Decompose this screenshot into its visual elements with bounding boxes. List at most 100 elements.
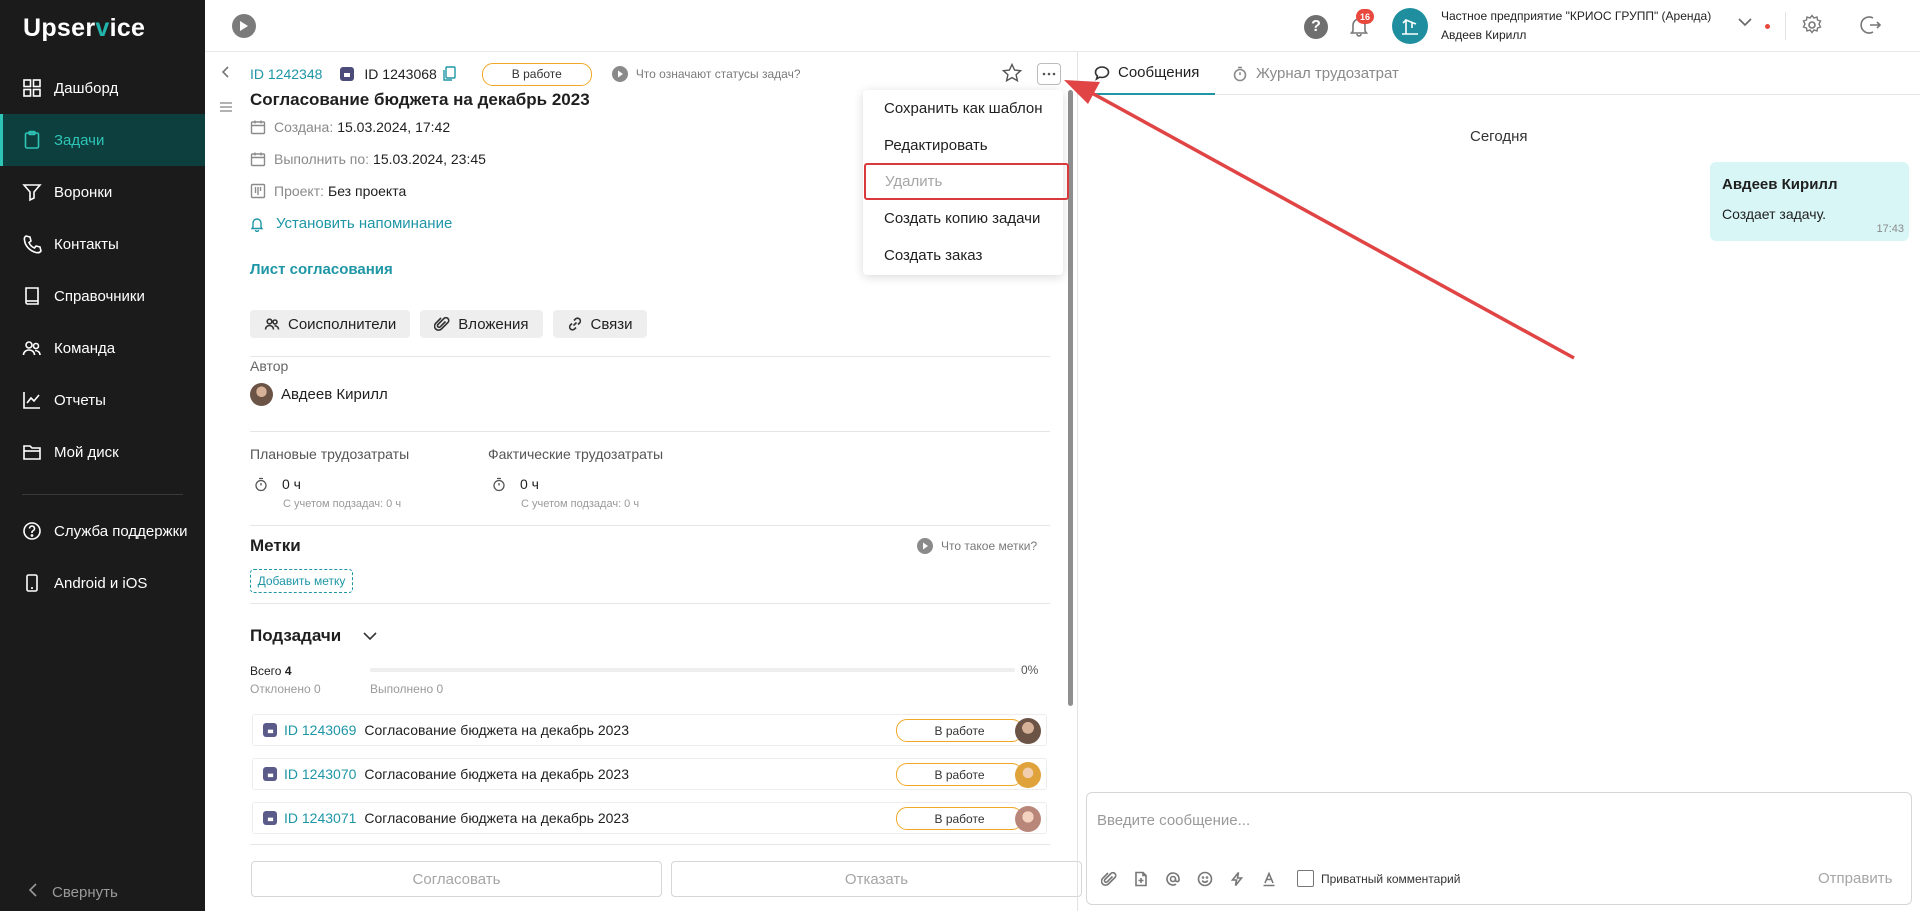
list-item[interactable]: ID 1243071 Согласование бюджета на декаб… xyxy=(252,802,1047,834)
links-button[interactable]: Связи xyxy=(552,310,647,338)
menu-item-save-template[interactable]: Сохранить как шаблон xyxy=(863,90,1063,127)
message-author[interactable]: Авдеев Кирилл xyxy=(1722,176,1837,193)
task-chips: Соисполнители Вложения Связи xyxy=(250,310,647,338)
tasks-icon xyxy=(22,130,42,150)
menu-item-create-order[interactable]: Создать заказ xyxy=(863,237,1063,274)
divider xyxy=(250,603,1050,604)
emoji-button[interactable] xyxy=(1195,869,1215,889)
created-label: Создана: xyxy=(274,119,334,135)
attachments-button[interactable]: Вложения xyxy=(420,310,543,338)
subtask-id-link[interactable]: ID 1243070 xyxy=(284,766,356,782)
subtask-title: Согласование бюджета на декабрь 2023 xyxy=(364,810,630,826)
status-badge[interactable]: В работе xyxy=(481,62,592,86)
chevron-down-icon xyxy=(363,631,377,640)
avatar xyxy=(250,383,273,406)
play-video-button[interactable] xyxy=(232,14,256,38)
task-id-line: ID 1242348 ID 1243068 В работе Что означ… xyxy=(250,62,801,86)
coexecutors-button[interactable]: Соисполнители xyxy=(250,310,411,338)
add-label-button[interactable]: Добавить метку xyxy=(250,569,353,593)
org-avatar[interactable] xyxy=(1392,8,1428,44)
attach-document-button[interactable] xyxy=(1131,869,1151,889)
text-format-icon xyxy=(1263,871,1275,887)
folder-icon xyxy=(22,442,42,462)
status-badge[interactable]: В работе xyxy=(896,719,1023,742)
created-row: Создана: 15.03.2024, 17:42 xyxy=(250,119,450,135)
funnel-icon xyxy=(22,182,42,202)
menu-item-copy-task[interactable]: Создать копию задачи xyxy=(863,200,1063,237)
project-value[interactable]: Без проекта xyxy=(328,183,406,199)
bell-icon xyxy=(250,217,264,232)
approval-sheet-link[interactable]: Лист согласования xyxy=(250,261,393,278)
status-badge[interactable]: В работе xyxy=(896,807,1023,830)
approve-button[interactable]: Согласовать xyxy=(251,861,662,897)
message-input[interactable] xyxy=(1097,809,1877,831)
sidebar-item-tasks[interactable]: Задачи xyxy=(0,114,205,166)
help-icon xyxy=(22,521,42,541)
send-button[interactable]: Отправить xyxy=(1818,870,1892,887)
board-icon xyxy=(250,183,266,199)
list-icon[interactable] xyxy=(219,100,233,114)
play-icon xyxy=(240,21,248,31)
subtasks-done: Выполнено 0 xyxy=(370,682,444,696)
message-bubble: Авдеев Кирилл Создает задачу. 17:43 xyxy=(1710,162,1909,241)
author-name[interactable]: Авдеев Кирилл xyxy=(281,386,388,403)
gear-icon[interactable] xyxy=(1800,13,1824,37)
attach-file-button[interactable] xyxy=(1099,869,1119,889)
mobile-icon xyxy=(22,573,42,593)
sidebar-item-reports[interactable]: Отчеты xyxy=(0,374,205,426)
sidebar-item-directories[interactable]: Справочники xyxy=(0,270,205,322)
sidebar-item-label: Служба поддержки xyxy=(54,522,188,540)
subtasks-total: Всего 4 xyxy=(250,664,292,678)
project-row: Проект: Без проекта xyxy=(250,183,406,199)
labels-help-link[interactable]: Что такое метки? xyxy=(917,538,1037,554)
at-sign-icon xyxy=(1166,872,1180,886)
subtasks-progress-text: 0% xyxy=(1021,663,1039,677)
subtasks-header[interactable]: Подзадачи xyxy=(250,626,377,646)
divider xyxy=(250,525,1050,526)
reject-button[interactable]: Отказать xyxy=(671,861,1082,897)
menu-item-delete[interactable]: Удалить xyxy=(864,163,1069,200)
menu-item-edit[interactable]: Редактировать xyxy=(863,127,1063,164)
text-format-button[interactable] xyxy=(1259,869,1279,889)
org-switcher[interactable]: Частное предприятие "КРИОС ГРУПП" (Аренд… xyxy=(1441,7,1711,45)
list-item[interactable]: ID 1243070 Согласование бюджета на декаб… xyxy=(252,758,1047,790)
avatar xyxy=(1015,806,1041,832)
status-badge[interactable]: В работе xyxy=(896,763,1023,786)
status-help-link[interactable]: Что означают статусы задач? xyxy=(611,66,801,82)
sidebar-item-my-disk[interactable]: Мой диск xyxy=(0,426,205,478)
back-arrow-icon[interactable] xyxy=(219,65,233,79)
help-button[interactable]: ? xyxy=(1304,15,1328,39)
sidebar-item-mobile[interactable]: Android и iOS xyxy=(0,557,205,609)
sidebar-item-support[interactable]: Служба поддержки xyxy=(0,505,205,557)
quick-action-button[interactable] xyxy=(1227,869,1247,889)
tab-messages[interactable]: Сообщения xyxy=(1094,52,1216,95)
sidebar-item-contacts[interactable]: Контакты xyxy=(0,218,205,270)
sidebar-item-funnels[interactable]: Воронки xyxy=(0,166,205,218)
parent-task-id-link[interactable]: ID 1242348 xyxy=(250,66,322,82)
stopwatch-icon xyxy=(493,477,505,492)
planned-effort-label: Плановые трудозатраты xyxy=(250,446,410,462)
more-actions-button[interactable] xyxy=(1037,63,1061,85)
subtask-id-link[interactable]: ID 1243071 xyxy=(284,810,356,826)
app-logo[interactable]: Upservice xyxy=(23,14,145,43)
team-icon xyxy=(22,338,42,358)
due-value: 15.03.2024, 23:45 xyxy=(373,151,486,167)
logout-icon[interactable] xyxy=(1859,13,1883,37)
chevron-down-icon[interactable] xyxy=(1738,18,1752,27)
sidebar-item-team[interactable]: Команда xyxy=(0,322,205,374)
list-item[interactable]: ID 1243069 Согласование бюджета на декаб… xyxy=(252,714,1047,746)
private-comment-checkbox[interactable] xyxy=(1297,870,1314,887)
subtasks-title: Подзадачи xyxy=(250,626,342,645)
subtask-id-link[interactable]: ID 1243069 xyxy=(284,722,356,738)
app-root: Upservice Дашборд Задачи Воронки Контакт… xyxy=(0,0,1920,911)
collapse-sidebar-button[interactable]: Свернуть xyxy=(28,883,118,901)
sidebar-item-label: Мой диск xyxy=(54,443,119,461)
mention-button[interactable] xyxy=(1163,869,1183,889)
star-icon[interactable] xyxy=(1002,63,1022,83)
set-reminder-link[interactable]: Установить напоминание xyxy=(250,215,452,232)
sidebar-item-dashboard[interactable]: Дашборд xyxy=(0,62,205,114)
sidebar-nav: Дашборд Задачи Воронки Контакты Справочн… xyxy=(0,62,205,609)
copy-icon[interactable] xyxy=(443,66,456,82)
actual-subtasks-value: С учетом подзадач: 0 ч xyxy=(521,498,640,510)
tab-time-journal[interactable]: Журнал трудозатрат xyxy=(1232,52,1399,95)
